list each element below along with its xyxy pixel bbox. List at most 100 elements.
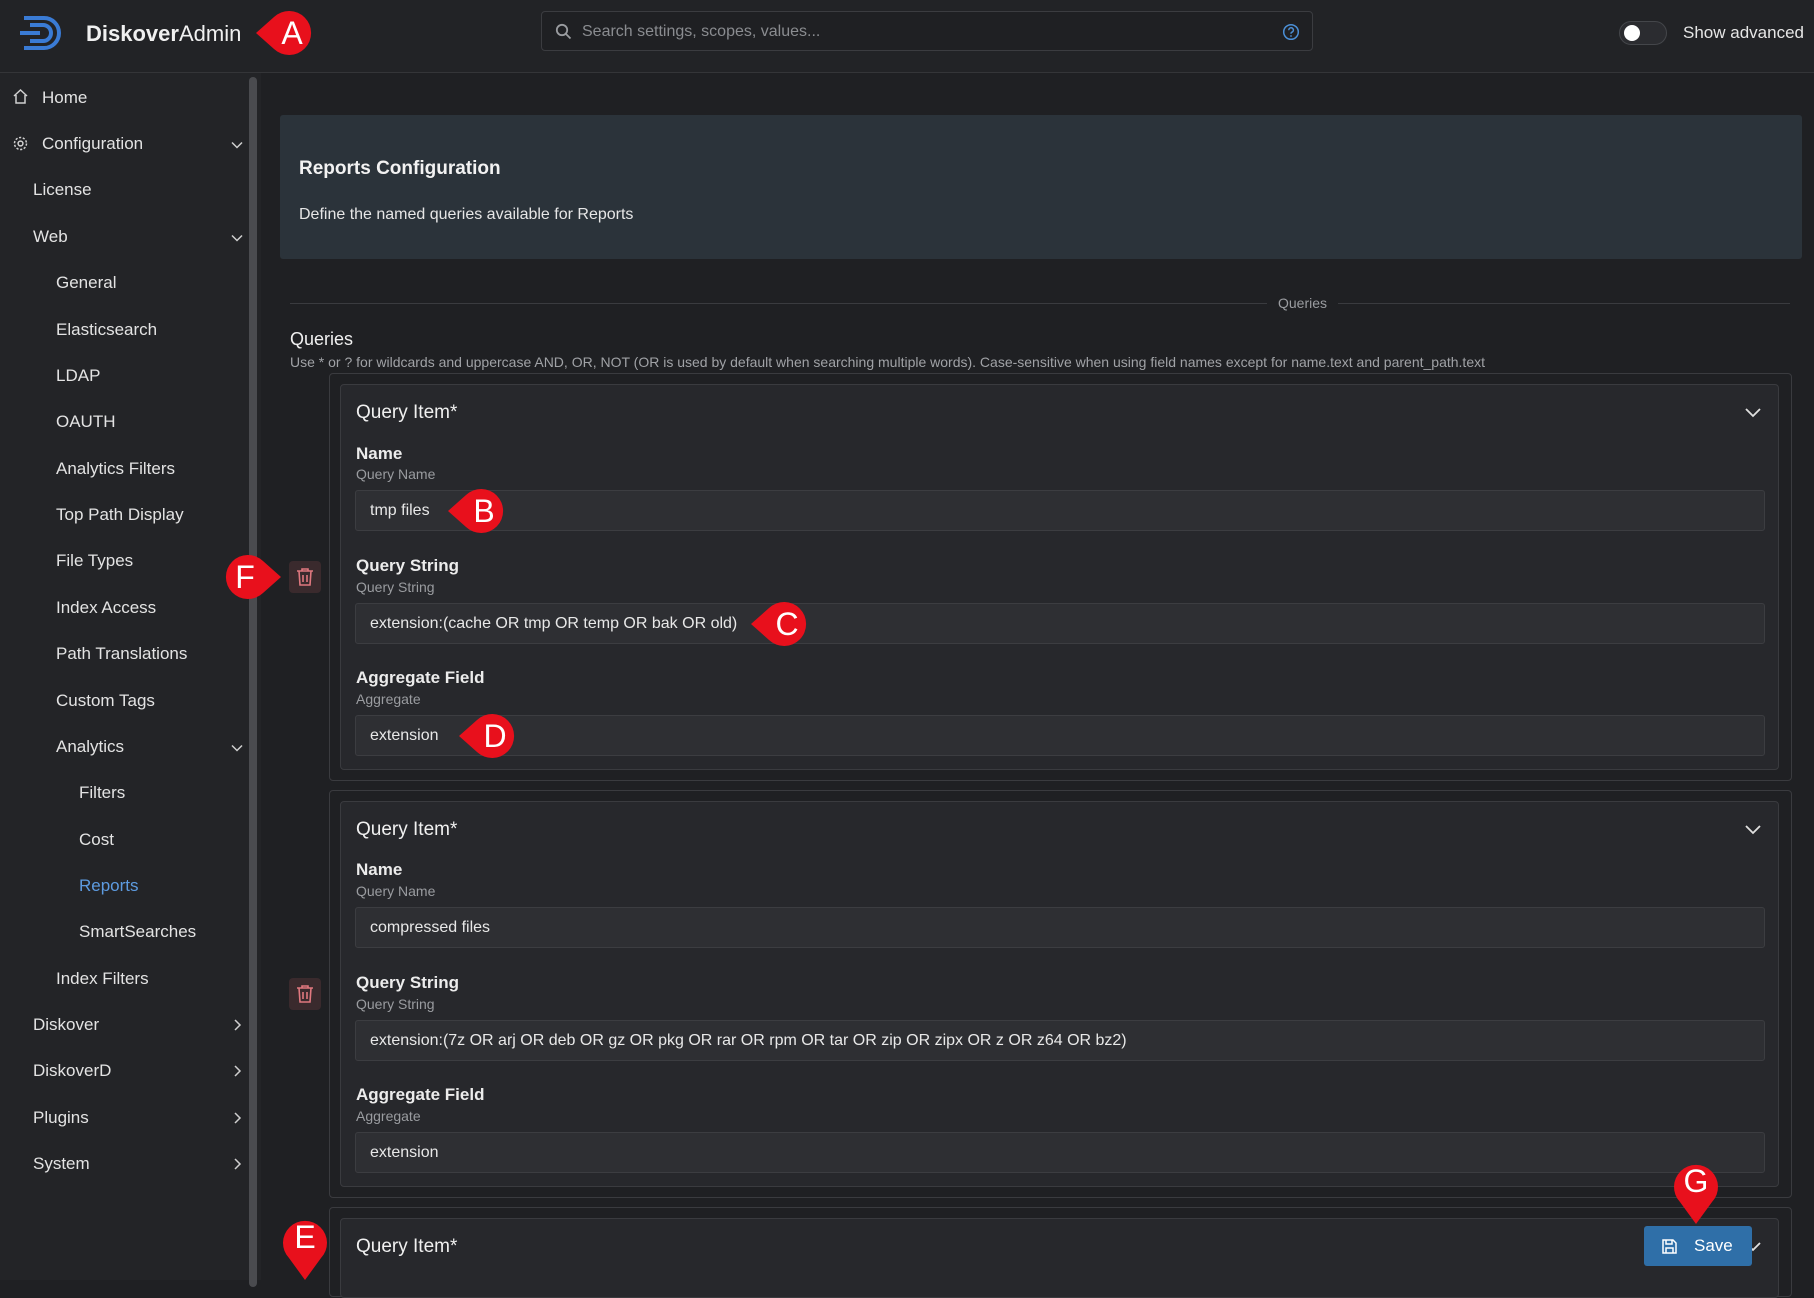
save-icon — [1662, 1239, 1677, 1254]
name-label: Name — [356, 860, 403, 879]
search-input[interactable] — [580, 18, 1264, 46]
sidebar-item-index-access[interactable]: Index Access — [56, 598, 156, 618]
annotation-marker-b: B — [444, 479, 508, 543]
chevron-down-icon[interactable] — [230, 138, 244, 152]
sidebar-item-smartsearches[interactable]: SmartSearches — [79, 922, 196, 942]
chevron-down-icon[interactable] — [230, 741, 244, 755]
sidebar-item-system[interactable]: System — [33, 1154, 90, 1174]
query-string-label: Query String — [356, 973, 459, 992]
query-item: Query Item* — [340, 1218, 1779, 1298]
section-help-text: Use * or ? for wildcards and uppercase A… — [290, 354, 1485, 370]
delete-query-button[interactable] — [289, 561, 321, 593]
toggle-knob — [1624, 25, 1640, 41]
marker-label: A — [281, 15, 303, 51]
query-string-sublabel: Query String — [356, 579, 435, 595]
name-sublabel: Query Name — [356, 883, 436, 899]
sidebar-scrollbar[interactable] — [249, 77, 257, 1287]
sidebar-item-home[interactable]: Home — [42, 88, 87, 108]
name-input[interactable] — [355, 490, 1765, 531]
aggregate-field-sublabel: Aggregate — [356, 1108, 421, 1124]
divider-line-right — [1338, 303, 1790, 304]
gear-icon — [13, 136, 28, 151]
marker-label: B — [473, 493, 495, 529]
sidebar-item-general[interactable]: General — [56, 273, 116, 293]
save-button[interactable]: Save — [1644, 1226, 1752, 1266]
chevron-right-icon[interactable] — [230, 1064, 244, 1078]
marker-label: E — [294, 1219, 316, 1255]
sidebar-item-filters[interactable]: Filters — [79, 783, 125, 803]
sidebar-item-elasticsearch[interactable]: Elasticsearch — [56, 320, 157, 340]
sidebar-item-path-translations[interactable]: Path Translations — [56, 644, 187, 664]
sidebar-item-analytics-filters[interactable]: Analytics Filters — [56, 459, 175, 479]
aggregate-field-input[interactable] — [355, 715, 1765, 756]
annotation-marker-c: C — [747, 592, 811, 656]
sidebar-item-configuration[interactable]: Configuration — [42, 134, 143, 154]
trash-icon — [297, 985, 313, 1003]
section-title: Queries — [290, 329, 354, 349]
sidebar: Home Configuration License Web General E… — [0, 73, 261, 1287]
query-item-title: Query Item* — [356, 1236, 458, 1257]
aggregate-field-label: Aggregate Field — [356, 668, 485, 687]
page-title: Reports Configuration — [299, 158, 501, 179]
sidebar-item-cost[interactable]: Cost — [79, 830, 114, 850]
divider-line-left — [290, 303, 1267, 304]
annotation-marker-d: D — [455, 704, 519, 768]
sidebar-item-oauth[interactable]: OAUTH — [56, 412, 116, 432]
chevron-right-icon[interactable] — [230, 1111, 244, 1125]
name-label: Name — [356, 444, 403, 463]
marker-label: D — [483, 718, 507, 754]
header-card: Reports Configuration Define the named q… — [280, 115, 1802, 259]
aggregate-field-label: Aggregate Field — [356, 1085, 485, 1104]
divider-label: Queries — [1278, 295, 1328, 311]
sidebar-item-diskover[interactable]: Diskover — [33, 1015, 99, 1035]
chevron-right-icon[interactable] — [230, 1157, 244, 1171]
name-input[interactable] — [355, 907, 1765, 948]
page-description: Define the named queries available for R… — [299, 206, 634, 223]
annotation-marker-f: F — [221, 545, 285, 609]
chevron-right-icon[interactable] — [230, 1018, 244, 1032]
query-string-label: Query String — [356, 556, 459, 575]
search-icon — [555, 23, 572, 40]
annotation-marker-a: A — [252, 1, 316, 65]
trash-icon — [297, 568, 313, 586]
query-item-title: Query Item* — [356, 402, 458, 423]
sidebar-item-web[interactable]: Web — [33, 227, 68, 247]
aggregate-field-sublabel: Aggregate — [356, 691, 421, 707]
marker-label: G — [1683, 1163, 1709, 1199]
marker-label: C — [775, 606, 799, 642]
aggregate-field-input[interactable] — [355, 1132, 1765, 1173]
sidebar-item-analytics[interactable]: Analytics — [56, 737, 124, 757]
annotation-marker-e: E — [273, 1206, 337, 1280]
brand-rest: Admin — [178, 21, 242, 46]
sidebar-item-custom-tags[interactable]: Custom Tags — [56, 691, 155, 711]
show-advanced-toggle[interactable] — [1619, 21, 1667, 45]
query-item: Query Item* Name Query Name Query String… — [340, 384, 1779, 770]
chevron-down-icon[interactable] — [1744, 403, 1762, 421]
save-button-label: Save — [1694, 1236, 1733, 1255]
chevron-down-icon[interactable] — [230, 231, 244, 245]
query-string-input[interactable] — [355, 603, 1765, 644]
diskover-logo-icon[interactable] — [18, 12, 72, 54]
home-icon — [13, 88, 28, 104]
delete-query-button[interactable] — [289, 978, 321, 1010]
marker-label: F — [235, 559, 255, 595]
query-item-title: Query Item* — [356, 819, 458, 840]
query-string-input[interactable] — [355, 1020, 1765, 1061]
sidebar-item-file-types[interactable]: File Types — [56, 551, 133, 571]
sidebar-item-ldap[interactable]: LDAP — [56, 366, 100, 386]
brand-bold: Diskover — [86, 21, 179, 46]
app-brand[interactable]: DiskoverAdmin — [86, 21, 241, 47]
sidebar-item-license[interactable]: License — [33, 180, 92, 200]
search-box — [541, 11, 1313, 51]
sidebar-item-reports[interactable]: Reports — [79, 876, 139, 896]
sidebar-item-top-path-display[interactable]: Top Path Display — [56, 505, 184, 525]
annotation-marker-g: G — [1664, 1150, 1728, 1224]
sidebar-item-index-filters[interactable]: Index Filters — [56, 969, 149, 989]
sidebar-item-plugins[interactable]: Plugins — [33, 1108, 89, 1128]
sidebar-item-diskoverd[interactable]: DiskoverD — [33, 1061, 111, 1081]
query-string-sublabel: Query String — [356, 996, 435, 1012]
help-icon[interactable] — [1282, 23, 1300, 41]
name-sublabel: Query Name — [356, 466, 436, 482]
query-item: Query Item* Name Query Name Query String… — [340, 801, 1779, 1187]
chevron-down-icon[interactable] — [1744, 820, 1762, 838]
